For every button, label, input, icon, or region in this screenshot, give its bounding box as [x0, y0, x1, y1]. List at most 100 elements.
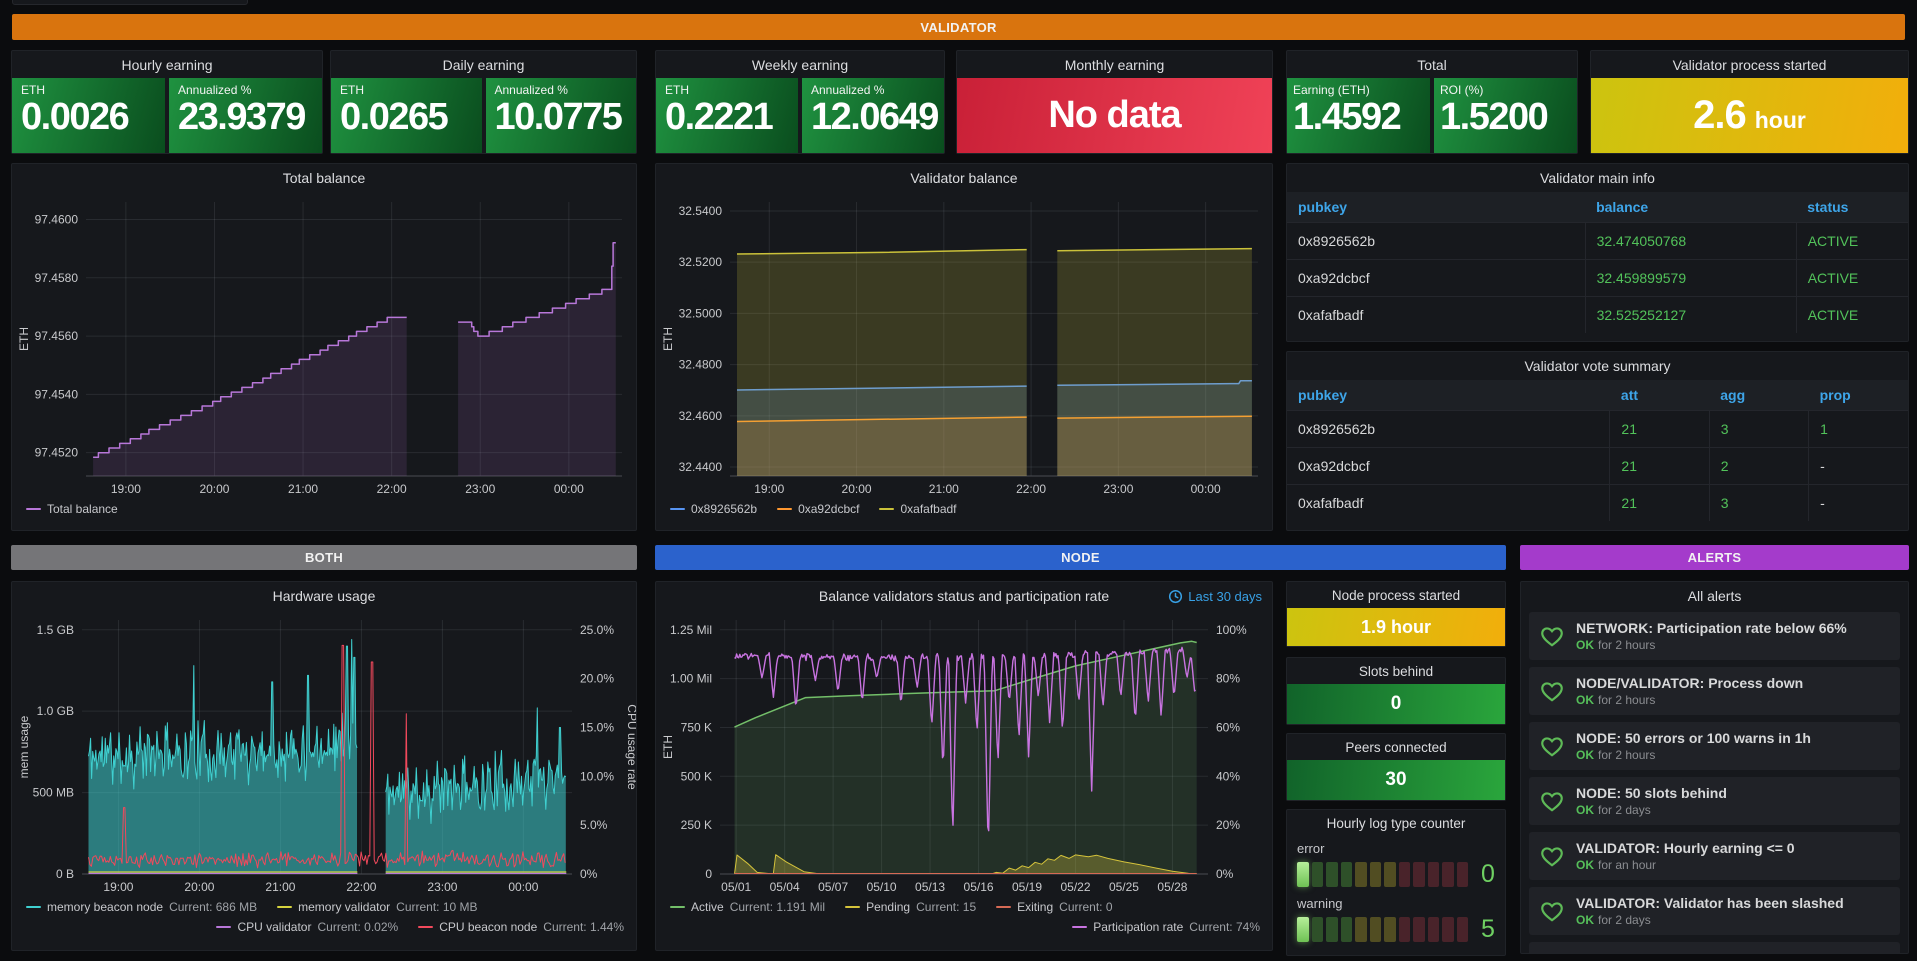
alert-row[interactable]: VALIDATOR: Validator has been slashedOKf… [1529, 887, 1900, 935]
panel-validator-vote-summary: Validator vote summary pubkeyattaggprop 0… [1286, 351, 1909, 531]
alert-row[interactable]: VALIDATOR: Hourly earning <= 0OKfor an h… [1529, 832, 1900, 880]
legend-item[interactable]: ExitingCurrent: 0 [996, 897, 1112, 917]
column-header[interactable]: prop [1809, 380, 1908, 411]
total-balance-chart[interactable]: 97.452097.454097.456097.458097.460019:00… [12, 192, 636, 498]
panel-validator-process-started: Validator process started 2.6 hour [1590, 50, 1909, 154]
panel-title[interactable]: Hardware usage [12, 582, 636, 610]
svg-text:0%: 0% [580, 867, 598, 881]
legend-item[interactable]: Total balance [26, 499, 118, 519]
column-header[interactable]: balance [1585, 192, 1796, 223]
svg-text:05/16: 05/16 [964, 880, 994, 894]
legend-series-color [777, 508, 792, 510]
panel-title[interactable]: Monthly earning [957, 51, 1272, 79]
hardware-usage-chart[interactable]: 0 B500 MB1.0 GB1.5 GB19:0020:0021:0022:0… [12, 610, 636, 896]
legend-item[interactable]: CPU validatorCurrent: 0.02% [216, 917, 398, 937]
gauge-cell [1384, 862, 1396, 887]
row-banner-alerts[interactable]: ALERTS [1520, 545, 1909, 570]
row-banner-node[interactable]: NODE [655, 545, 1506, 570]
panel-title[interactable]: All alerts [1521, 582, 1908, 610]
legend-item[interactable]: memory validatorCurrent: 10 MB [277, 897, 477, 917]
validator-balance-chart[interactable]: 32.440032.460032.480032.500032.520032.54… [656, 192, 1272, 498]
panel-title[interactable]: Hourly log type counter [1287, 810, 1505, 836]
heart-icon [1539, 899, 1565, 923]
heart-icon [1539, 734, 1565, 758]
legend-item[interactable]: 0x8926562b [670, 499, 757, 519]
legend-series-current: Current: 0 [1059, 897, 1112, 917]
alert-row[interactable]: NODE/VALIDATOR: Process downOKfor 2 hour… [1529, 667, 1900, 715]
row-banner-validator[interactable]: VALIDATOR [12, 14, 1905, 40]
panel-title[interactable]: Node process started [1287, 582, 1505, 608]
stat-hourly-eth: ETH 0.0026 [12, 78, 165, 153]
legend-series-color [670, 906, 685, 908]
stat-value: 1.5200 [1440, 97, 1571, 139]
grafana-dashboard: VALIDATOR Hourly earning ETH 0.0026 Annu… [0, 0, 1917, 961]
panel-title[interactable]: Weekly earning [656, 51, 944, 79]
stat-label: Annualized % [495, 83, 628, 97]
row-banner-both[interactable]: BOTH [11, 545, 637, 570]
panel-slots-behind: Slots behind 0 [1286, 657, 1506, 725]
table-row: 0xafafbadf213- [1287, 485, 1908, 522]
panel-title[interactable]: Total [1287, 51, 1577, 79]
validator-main-info-table: pubkeybalancestatus0x8926562b32.47405076… [1287, 192, 1908, 333]
svg-text:22:00: 22:00 [377, 482, 407, 496]
gauge-cell [1326, 862, 1338, 887]
panel-title[interactable]: Balance validators status and participat… [656, 582, 1272, 610]
gauge-cell [1384, 917, 1396, 942]
alert-row[interactable]: WARN NODE/VALIDATOR: The process just [1529, 942, 1900, 953]
legend-item[interactable]: CPU beacon nodeCurrent: 1.44% [418, 917, 624, 937]
svg-text:mem usage: mem usage [17, 715, 31, 778]
legend-item[interactable]: 0xafafbadf [879, 499, 956, 519]
column-header[interactable]: pubkey [1287, 192, 1585, 223]
panel-title[interactable]: Validator process started [1591, 51, 1908, 79]
svg-text:22:00: 22:00 [346, 880, 376, 894]
svg-text:0%: 0% [1216, 867, 1234, 881]
gauge-cell [1312, 917, 1324, 942]
gauge-cell [1341, 862, 1353, 887]
table-cell: - [1809, 485, 1908, 522]
stat-label: Annualized % [811, 83, 935, 97]
svg-text:00:00: 00:00 [1191, 482, 1221, 496]
svg-text:500 MB: 500 MB [33, 786, 74, 800]
alert-row[interactable]: NODE: 50 slots behindOKfor 2 days [1529, 777, 1900, 825]
alert-row[interactable]: NODE: 50 errors or 100 warns in 1hOKfor … [1529, 722, 1900, 770]
panel-title[interactable]: Validator vote summary [1287, 352, 1908, 380]
legend-item[interactable]: ActiveCurrent: 1.191 Mil [670, 897, 825, 917]
panel-title[interactable]: Validator main info [1287, 164, 1908, 192]
column-header[interactable]: agg [1709, 380, 1808, 411]
panel-title[interactable]: Hourly earning [12, 51, 322, 79]
svg-text:32.5000: 32.5000 [679, 306, 723, 320]
column-header[interactable]: status [1796, 192, 1908, 223]
stat-value: 1.9 hour [1361, 617, 1431, 638]
panel-title[interactable]: Validator balance [656, 164, 1272, 192]
time-range-link[interactable]: Last 30 days [1168, 582, 1262, 610]
gauge-cell [1370, 917, 1382, 942]
alert-name: VALIDATOR: Validator has been slashed [1576, 895, 1844, 911]
legend-item[interactable]: PendingCurrent: 15 [845, 897, 976, 917]
alert-status: OKfor 2 days [1576, 803, 1727, 817]
gauge-value: 0 [1481, 860, 1495, 889]
legend-item[interactable]: 0xa92dcbcf [777, 499, 859, 519]
legend-item[interactable]: Participation rateCurrent: 74% [1072, 917, 1260, 937]
legend-item[interactable]: memory beacon nodeCurrent: 686 MB [26, 897, 257, 917]
svg-text:25.0%: 25.0% [580, 623, 614, 637]
panel-node-process-started: Node process started 1.9 hour [1286, 581, 1506, 647]
table-cell: 1 [1809, 411, 1908, 448]
svg-text:32.4600: 32.4600 [679, 409, 723, 423]
column-header[interactable]: pubkey [1287, 380, 1610, 411]
stat-value: 1.4592 [1293, 97, 1424, 139]
row-banner-node-label: NODE [1061, 550, 1100, 565]
svg-text:80%: 80% [1216, 672, 1240, 686]
column-header[interactable]: att [1610, 380, 1709, 411]
svg-text:5.0%: 5.0% [580, 818, 608, 832]
svg-text:15.0%: 15.0% [580, 720, 614, 734]
gauge-cell [1370, 862, 1382, 887]
svg-text:32.5400: 32.5400 [679, 204, 723, 218]
balance-validators-chart[interactable]: 0250 K500 K750 K1.00 Mil1.25 Mil05/0105/… [656, 610, 1272, 896]
panel-title[interactable]: Total balance [12, 164, 636, 192]
panel-title[interactable]: Slots behind [1287, 658, 1505, 684]
gauge-cell [1442, 917, 1454, 942]
alert-row[interactable]: NETWORK: Participation rate below 66%OKf… [1529, 612, 1900, 660]
panel-title[interactable]: Daily earning [331, 51, 636, 79]
panel-title[interactable]: Peers connected [1287, 734, 1505, 760]
gauge-cell [1297, 917, 1309, 942]
